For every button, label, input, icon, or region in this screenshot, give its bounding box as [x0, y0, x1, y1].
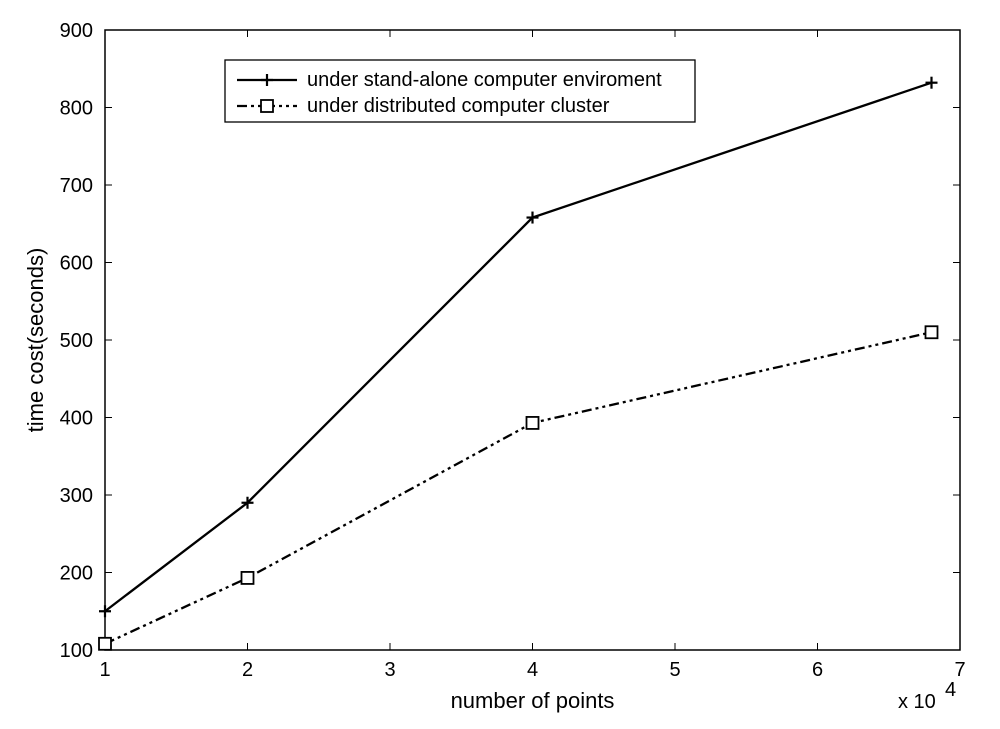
y-tick-label: 400 — [60, 408, 93, 430]
y-axis-label: time cost(seconds) — [23, 248, 48, 433]
square-icon — [261, 100, 273, 112]
y-tick-label: 300 — [60, 485, 93, 507]
x-axis-label: number of points — [451, 688, 615, 713]
x-multiplier: x 10 4 — [898, 679, 956, 713]
x-tick-label: 1 — [99, 659, 110, 681]
x-tick-label: 7 — [954, 659, 965, 681]
y-tick-label: 700 — [60, 175, 93, 197]
y-tick-label: 200 — [60, 563, 93, 585]
legend-label-1: under stand-alone computer enviroment — [307, 69, 662, 91]
plus-marker — [926, 77, 938, 89]
chart-svg: 1 2 3 4 5 6 7 100 200 300 400 500 600 700 800 900 number… — [0, 0, 1000, 729]
x-multiplier-base: x 10 — [898, 691, 936, 713]
x-multiplier-exp: 4 — [945, 679, 956, 701]
square-marker — [242, 572, 254, 584]
series-distributed-line — [105, 332, 932, 644]
x-tick-label: 6 — [812, 659, 823, 681]
y-tick-label: 100 — [60, 640, 93, 662]
y-tick-label: 600 — [60, 253, 93, 275]
chart-container: 1 2 3 4 5 6 7 100 200 300 400 500 600 700 800 900 number… — [0, 0, 1000, 729]
square-marker — [527, 417, 539, 429]
y-tick-label: 900 — [60, 20, 93, 42]
square-marker — [926, 326, 938, 338]
x-tick-label: 5 — [669, 659, 680, 681]
plot-border — [105, 30, 960, 650]
x-tick-label: 3 — [384, 659, 395, 681]
x-tick-label: 4 — [527, 659, 538, 681]
x-tick-label: 2 — [242, 659, 253, 681]
square-marker — [99, 638, 111, 650]
legend-label-2: under distributed computer cluster — [307, 95, 610, 117]
y-tick-label: 500 — [60, 330, 93, 352]
y-tick-label: 800 — [60, 98, 93, 120]
series-standalone-line — [105, 83, 932, 612]
